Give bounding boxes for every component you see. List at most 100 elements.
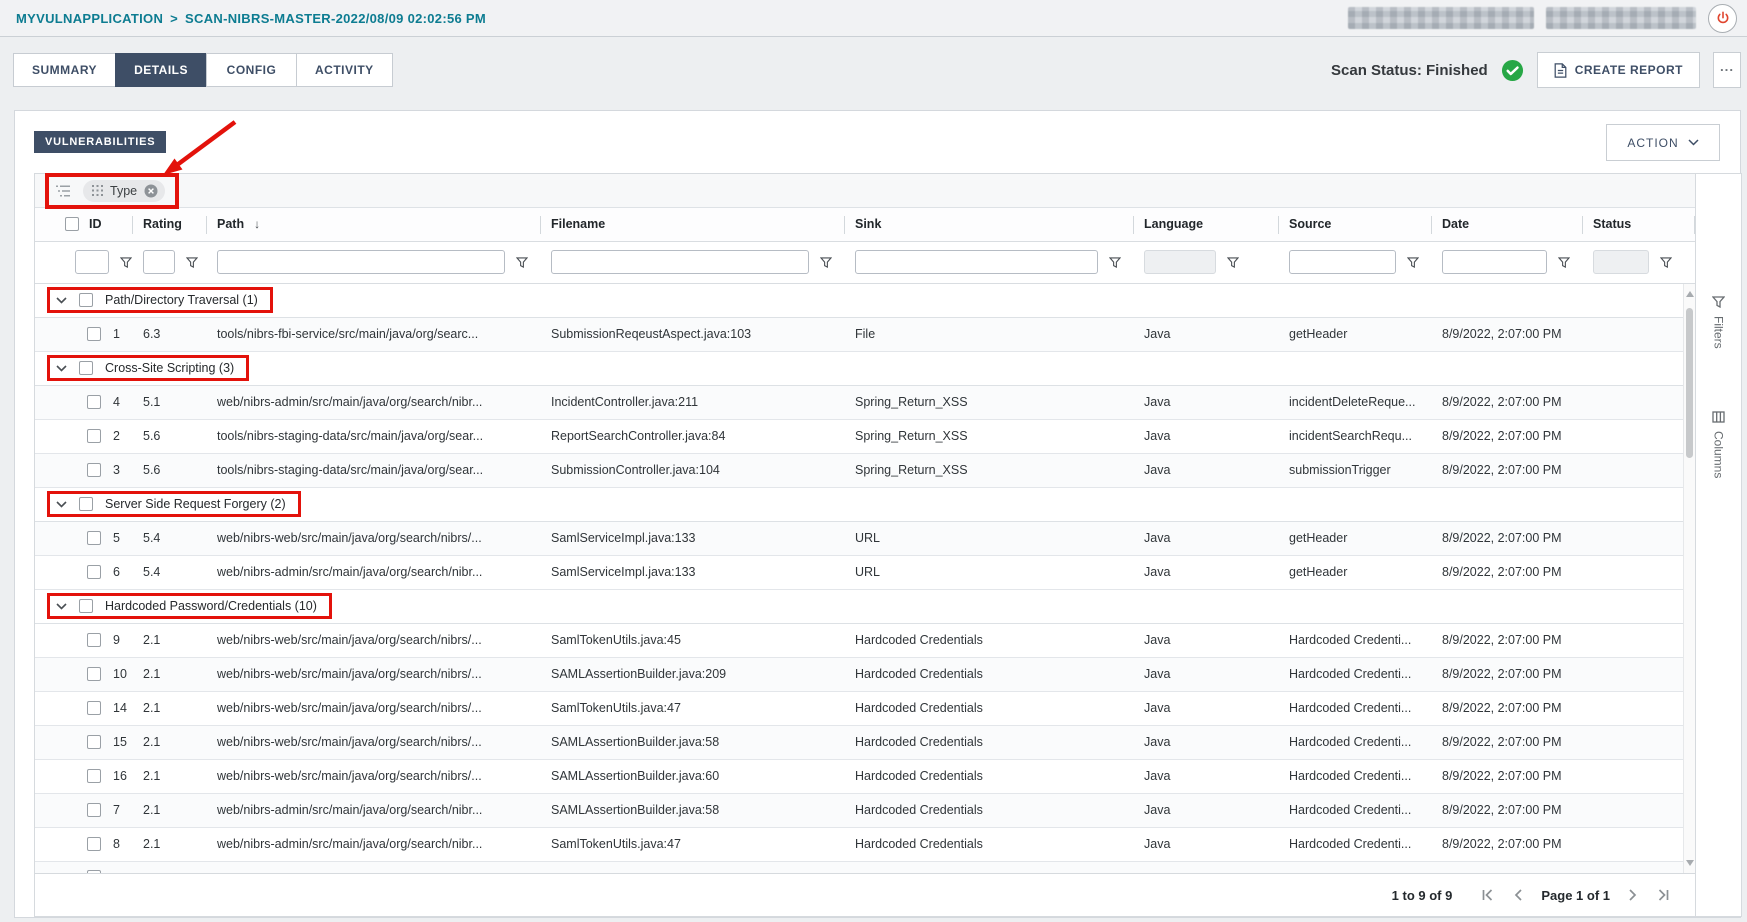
vulnerability-row[interactable]: 152.1web/nibrs-web/src/main/java/org/sea… [35, 726, 1695, 760]
vulnerability-row[interactable]: 82.1web/nibrs-admin/src/main/java/org/se… [35, 828, 1695, 862]
row-select-checkbox[interactable] [87, 837, 101, 851]
filter-funnel-icon[interactable] [516, 257, 528, 268]
cell-language: Java [1134, 633, 1279, 647]
group-row-path-directory-traversal[interactable]: Path/Directory Traversal (1) [35, 284, 1695, 318]
side-rail-filters-tab[interactable]: Filters [1712, 296, 1726, 349]
filter-funnel-icon[interactable] [1558, 257, 1570, 268]
first-page-button[interactable] [1482, 889, 1496, 901]
partially-visible-row[interactable] [35, 862, 1695, 873]
group-row-hardcoded-password-credentials[interactable]: Hardcoded Password/Credentials (10) [35, 590, 1695, 624]
filter-funnel-icon[interactable] [1109, 257, 1121, 268]
tab-details[interactable]: DETAILS [115, 53, 207, 87]
tab-config[interactable]: CONFIG [206, 53, 297, 87]
filter-input-status[interactable] [1593, 250, 1649, 274]
remove-group-icon[interactable] [144, 184, 158, 198]
previous-page-button[interactable] [1514, 889, 1523, 901]
filter-funnel-icon[interactable] [1407, 257, 1419, 268]
scroll-up-arrow[interactable] [1686, 291, 1694, 297]
row-select-checkbox[interactable] [87, 803, 101, 817]
vulnerability-row[interactable]: 72.1web/nibrs-admin/src/main/java/org/se… [35, 794, 1695, 828]
row-select-checkbox[interactable] [87, 327, 101, 341]
row-select-checkbox[interactable] [87, 395, 101, 409]
row-select-checkbox[interactable] [87, 531, 101, 545]
vulnerability-row[interactable]: 162.1web/nibrs-web/src/main/java/org/sea… [35, 760, 1695, 794]
cell-date: 8/9/2022, 2:07:00 PM [1432, 667, 1583, 681]
filter-input-id[interactable] [75, 250, 109, 274]
filter-funnel-icon[interactable] [1227, 257, 1239, 268]
row-select-checkbox[interactable] [87, 463, 101, 477]
side-rail-columns-tab[interactable]: Columns [1712, 411, 1726, 478]
filter-funnel-icon[interactable] [186, 257, 198, 268]
group-row-server-side-request-forgery[interactable]: Server Side Request Forgery (2) [35, 488, 1695, 522]
cell-id: 8 [35, 837, 133, 851]
vulnerability-row[interactable]: 35.6tools/nibrs-staging-data/src/main/ja… [35, 454, 1695, 488]
cell-path: web/nibrs-web/src/main/java/org/search/n… [207, 701, 541, 715]
filter-funnel-icon[interactable] [820, 257, 832, 268]
column-header-rating[interactable]: Rating [133, 208, 207, 241]
row-select-checkbox[interactable] [87, 667, 101, 681]
vulnerability-row[interactable]: 25.6tools/nibrs-staging-data/src/main/ja… [35, 420, 1695, 454]
cell-date: 8/9/2022, 2:07:00 PM [1432, 803, 1583, 817]
tab-summary[interactable]: SUMMARY [13, 53, 116, 87]
vulnerability-row[interactable]: 102.1web/nibrs-web/src/main/java/org/sea… [35, 658, 1695, 692]
action-dropdown-button[interactable]: ACTION [1606, 124, 1720, 161]
row-select-checkbox[interactable] [87, 769, 101, 783]
tab-activity[interactable]: ACTIVITY [296, 53, 393, 87]
scroll-down-arrow[interactable] [1686, 860, 1694, 866]
breadcrumb-app-link[interactable]: MYVULNAPPLICATION [16, 11, 163, 26]
filter-input-filename[interactable] [551, 250, 809, 274]
last-page-button[interactable] [1655, 889, 1669, 901]
group-expand-chevron-icon[interactable] [56, 603, 67, 610]
column-header-date[interactable]: Date [1432, 208, 1583, 241]
column-header-id[interactable]: ID [35, 208, 133, 241]
group-row-cross-site-scripting[interactable]: Cross-Site Scripting (3) [35, 352, 1695, 386]
create-report-button[interactable]: CREATE REPORT [1537, 52, 1700, 88]
group-expand-chevron-icon[interactable] [56, 501, 67, 508]
filter-input-language[interactable] [1144, 250, 1216, 274]
vulnerability-row[interactable]: 45.1web/nibrs-admin/src/main/java/org/se… [35, 386, 1695, 420]
filter-input-sink[interactable] [855, 250, 1098, 274]
row-select-checkbox[interactable] [87, 565, 101, 579]
column-header-filename[interactable]: Filename [541, 208, 845, 241]
breadcrumb-scan-link[interactable]: SCAN-NIBRS-MASTER-2022/08/09 02:02:56 PM [185, 11, 486, 26]
row-select-checkbox[interactable] [87, 429, 101, 443]
column-header-language[interactable]: Language [1134, 208, 1279, 241]
filter-funnel-icon[interactable] [120, 257, 132, 268]
group-expand-chevron-icon[interactable] [56, 297, 67, 304]
row-select-checkbox[interactable] [87, 633, 101, 647]
filter-input-source[interactable] [1289, 250, 1396, 274]
vulnerability-row[interactable]: 92.1web/nibrs-web/src/main/java/org/sear… [35, 624, 1695, 658]
group-expand-chevron-icon[interactable] [56, 365, 67, 372]
vulnerability-row[interactable]: 16.3tools/nibrs-fbi-service/src/main/jav… [35, 318, 1695, 352]
cell-sink: Spring_Return_XSS [845, 429, 1134, 443]
row-select-checkbox[interactable] [87, 735, 101, 749]
group-select-checkbox[interactable] [79, 497, 93, 511]
row-select-checkbox[interactable] [87, 870, 101, 873]
next-page-button[interactable] [1628, 889, 1637, 901]
filter-input-path[interactable] [217, 250, 505, 274]
vulnerability-row[interactable]: 65.4web/nibrs-admin/src/main/java/org/se… [35, 556, 1695, 590]
group-select-checkbox[interactable] [79, 599, 93, 613]
scrollbar-thumb[interactable] [1686, 308, 1693, 458]
more-actions-button[interactable]: ... [1713, 52, 1741, 88]
cell-language: Java [1134, 735, 1279, 749]
select-all-checkbox[interactable] [65, 217, 79, 231]
group-select-checkbox[interactable] [79, 293, 93, 307]
row-select-checkbox[interactable] [87, 701, 101, 715]
column-header-source[interactable]: Source [1279, 208, 1432, 241]
vulnerability-row[interactable]: 55.4web/nibrs-web/src/main/java/org/sear… [35, 522, 1695, 556]
logout-button[interactable] [1708, 4, 1737, 33]
group-select-checkbox[interactable] [79, 361, 93, 375]
filter-input-date[interactable] [1442, 250, 1547, 274]
column-header-sink[interactable]: Sink [845, 208, 1134, 241]
filter-input-rating[interactable] [143, 250, 175, 274]
cell-rating: 5.6 [133, 463, 207, 477]
vertical-scrollbar[interactable] [1683, 284, 1695, 873]
filter-funnel-icon[interactable] [1660, 257, 1672, 268]
group-chip-type[interactable]: Type [83, 180, 165, 202]
column-header-status[interactable]: Status [1583, 208, 1695, 241]
vulnerability-row[interactable]: 142.1web/nibrs-web/src/main/java/org/sea… [35, 692, 1695, 726]
column-header-path[interactable]: Path↓ [207, 208, 541, 241]
cell-date: 8/9/2022, 2:07:00 PM [1432, 327, 1583, 341]
cell-path: web/nibrs-admin/src/main/java/org/search… [207, 565, 541, 579]
